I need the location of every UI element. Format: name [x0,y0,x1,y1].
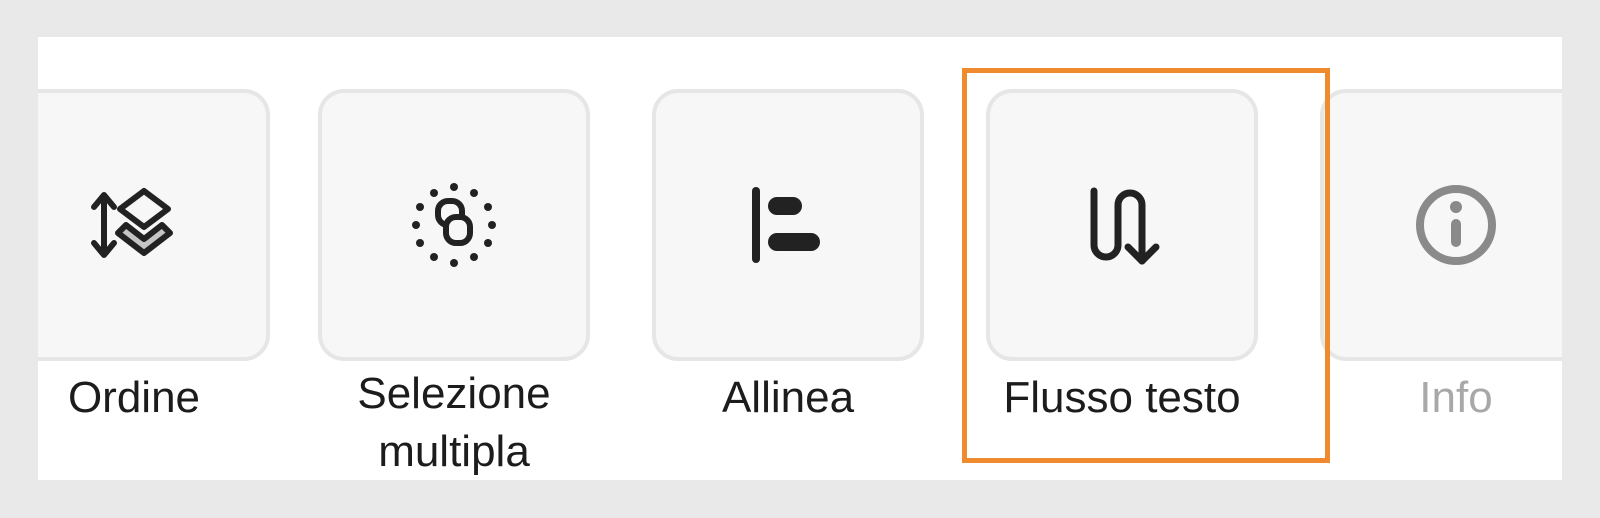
tool-info[interactable]: Info [1320,37,1562,480]
info-label: Info [1419,373,1493,422]
ordine-label: Ordine [67,373,201,422]
flusso-testo-button[interactable] [986,89,1258,361]
selezione-multipla-label: Selezione multipla [314,363,594,480]
info-icon [1416,185,1496,265]
selezione-multipla-label-line1: Selezione [357,369,551,418]
allinea-button[interactable] [652,89,924,361]
align-left-icon [752,187,820,263]
toolbar-panel: Ordine Selezione multipla Allinea Flusso… [38,37,1562,480]
allinea-label: Allinea [721,373,855,422]
selezione-multipla-label-line2: multipla [378,427,530,476]
tool-allinea[interactable]: Allinea [652,37,952,480]
info-button[interactable] [1320,89,1562,361]
flusso-testo-label: Flusso testo [1003,373,1241,422]
multi-select-icon [412,183,496,267]
tool-ordine[interactable]: Ordine [38,37,298,480]
ordine-button[interactable] [38,89,270,361]
tool-selezione-multipla[interactable]: Selezione multipla [318,37,618,480]
tool-flusso-testo[interactable]: Flusso testo [986,37,1286,480]
layer-order-icon [91,188,173,258]
text-flow-icon [1090,187,1160,265]
selezione-multipla-button[interactable] [318,89,590,361]
